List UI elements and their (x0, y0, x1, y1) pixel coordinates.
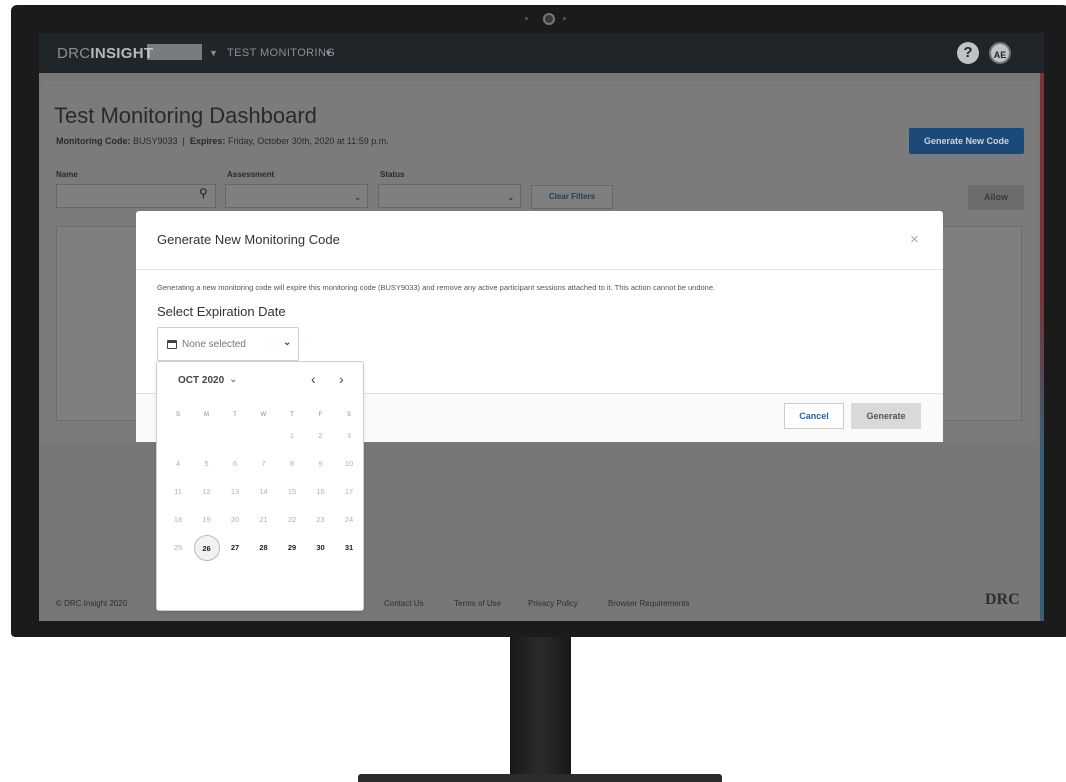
calendar-day: 12 (202, 487, 211, 496)
expires-label: Expires: (189, 136, 226, 146)
test-monitoring-nav[interactable]: TEST MONITORING (227, 47, 335, 59)
calendar-day: 3 (346, 431, 352, 440)
modal-title: Generate New Monitoring Code (157, 232, 340, 247)
calendar-day: 16 (316, 487, 325, 496)
calendar-day: 8 (289, 459, 295, 468)
camera-dot (563, 17, 566, 20)
window-edge (1040, 73, 1044, 621)
weekday-label: F (318, 412, 323, 418)
weekday-label: T (290, 412, 294, 418)
calendar-day: 4 (175, 459, 181, 468)
previous-month-icon[interactable]: ‹ (311, 371, 316, 387)
calendar-day: 15 (287, 487, 297, 496)
calendar-day: 7 (261, 459, 266, 468)
weekday-label: S (346, 412, 351, 418)
footer-link-contact[interactable]: Contact Us (384, 599, 424, 608)
calendar-day: 9 (318, 459, 323, 468)
footer-copyright: © DRC Insight 2020 (56, 599, 128, 608)
footer-link-privacy[interactable]: Privacy Policy (528, 599, 578, 608)
monitor-stand-base (358, 774, 722, 782)
calendar-day: 18 (173, 515, 183, 524)
calendar-day[interactable]: 29 (279, 535, 305, 561)
calendar-day: 20 (230, 515, 240, 524)
top-nav: DRCINSIGHT ▼ TEST MONITORING ▼ ? AE (39, 33, 1044, 73)
expiration-date-heading: Select Expiration Date (157, 304, 286, 319)
weekday-label: T (233, 412, 237, 418)
code-label: Monitoring Code: (56, 136, 131, 146)
calendar-day[interactable]: 27 (222, 535, 248, 561)
date-picker-calendar: OCT 2020 ⌄ ‹ › S M T W T F S 1 2 3 4 5 6 7 8 9 10 11 12 13 1… (157, 362, 363, 610)
page-title: Test Monitoring Dashboard (54, 103, 317, 128)
calendar-day: 11 (174, 487, 182, 496)
chevron-down-icon: ⌄ (507, 192, 515, 202)
search-icon[interactable]: ⚲ (199, 186, 208, 200)
drc-insight-logo: DRCINSIGHT (57, 45, 154, 62)
weekday-label: M (204, 412, 209, 418)
generate-button[interactable]: Generate (851, 403, 921, 429)
calendar-day-today[interactable]: 26 (193, 535, 220, 561)
name-filter-label: Name (56, 170, 78, 179)
name-search-input[interactable] (56, 184, 216, 208)
generate-new-code-button[interactable]: Generate New Code (909, 128, 1024, 154)
allow-button[interactable]: Allow (968, 185, 1024, 210)
calendar-day: 1 (289, 431, 295, 440)
calendar-day: 24 (344, 515, 354, 524)
chevron-down-icon: ⌄ (283, 337, 292, 348)
code-value: BUSY9033 (133, 136, 178, 146)
calendar-day: 21 (259, 515, 268, 524)
screen: DRCINSIGHT ▼ TEST MONITORING ▼ ? AE Test… (39, 33, 1044, 621)
monitor-stand (510, 637, 571, 782)
footer-link-terms[interactable]: Terms of Use (454, 599, 501, 608)
camera-dot (525, 17, 528, 20)
assessment-filter-label: Assessment (227, 170, 275, 179)
close-icon[interactable]: × (910, 231, 919, 248)
expires-value: Friday, October 30th, 2020 at 11:59 p.m. (227, 136, 389, 146)
calendar-day: 23 (316, 515, 325, 524)
expiration-date-picker[interactable]: None selected ⌄ (157, 327, 299, 361)
chevron-down-icon: ⌄ (354, 192, 362, 202)
weekday-label: S (175, 412, 180, 418)
calendar-day: 25 (173, 543, 183, 552)
calendar-day: 13 (230, 487, 240, 496)
calendar-day[interactable]: 30 (308, 535, 334, 561)
monitoring-code-line: Monitoring Code: BUSY9033 | Expires: Fri… (56, 136, 389, 146)
webcam (543, 13, 555, 25)
masked-site-name (147, 44, 202, 60)
cancel-button[interactable]: Cancel (784, 403, 844, 429)
chevron-down-icon[interactable]: ⌄ (229, 374, 237, 385)
status-filter-label: Status (380, 170, 405, 179)
separator: | (182, 136, 185, 146)
help-icon[interactable]: ? (957, 42, 979, 64)
test-monitoring-caret-icon[interactable]: ▼ (324, 48, 333, 58)
calendar-day: 2 (318, 431, 323, 440)
calendar-day: 6 (232, 459, 238, 468)
drc-brand-logo: DRC (985, 591, 1020, 608)
footer-link-browser[interactable]: Browser Requirements (608, 599, 689, 608)
date-placeholder: None selected (182, 339, 246, 350)
calendar-day: 5 (204, 459, 209, 468)
modal-header: Generate New Monitoring Code × (136, 211, 943, 270)
calendar-day: 19 (202, 515, 211, 524)
status-select[interactable] (378, 184, 521, 208)
calendar-day: 22 (287, 515, 297, 524)
modal-description: Generating a new monitoring code will ex… (157, 283, 716, 292)
user-avatar[interactable]: AE (989, 42, 1011, 64)
calendar-day: 10 (344, 459, 354, 468)
weekday-label: W (260, 412, 267, 418)
next-month-icon[interactable]: › (339, 371, 344, 387)
calendar-day: 17 (344, 487, 354, 496)
calendar-day: 14 (259, 487, 268, 496)
calendar-day[interactable]: 31 (336, 535, 362, 561)
calendar-day[interactable]: 28 (251, 535, 277, 561)
clear-filters-button[interactable]: Clear Filters (531, 185, 613, 209)
site-dropdown-caret-icon[interactable]: ▼ (209, 48, 218, 58)
assessment-select[interactable] (225, 184, 368, 208)
month-year-selector[interactable]: OCT 2020 (178, 375, 224, 386)
calendar-icon (167, 340, 177, 349)
